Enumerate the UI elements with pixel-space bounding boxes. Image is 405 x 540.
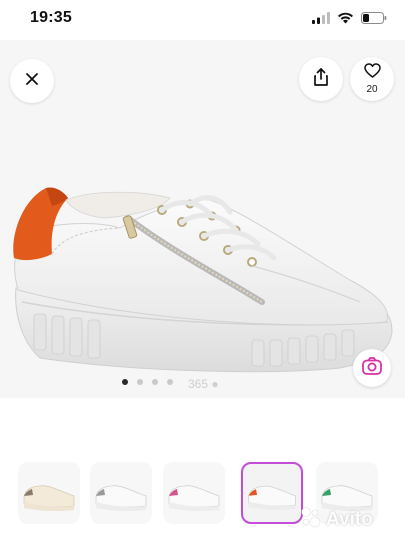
thumb-beige-image — [23, 485, 75, 512]
camera-icon — [362, 356, 382, 380]
sneaker-image: 365 ● — [13, 187, 393, 391]
thumb-orange-image — [248, 485, 296, 510]
thumb-pink[interactable] — [163, 462, 225, 524]
wifi-icon — [337, 11, 354, 29]
thumb-beige[interactable] — [18, 462, 80, 524]
product-photo[interactable]: 365 ● — [0, 40, 405, 398]
pagination-dot-4[interactable] — [167, 379, 173, 385]
share-icon — [313, 67, 329, 91]
pagination-dot-1[interactable] — [122, 379, 128, 385]
thumb-white[interactable] — [90, 462, 152, 524]
close-icon — [25, 72, 39, 91]
favorite-button[interactable]: 20 — [350, 57, 394, 101]
pagination-dot-2[interactable] — [137, 379, 143, 385]
close-button[interactable] — [10, 59, 54, 103]
avito-watermark: Avito — [300, 506, 373, 533]
signal-icon — [312, 11, 330, 29]
status-icons — [312, 11, 387, 29]
status-time: 19:35 — [30, 9, 72, 26]
battery-icon — [361, 11, 387, 29]
heart-icon — [363, 63, 381, 83]
favorite-count: 20 — [366, 84, 378, 95]
pagination-dot-3[interactable] — [152, 379, 158, 385]
share-button[interactable] — [299, 57, 343, 101]
status-bar: 19:35 — [0, 0, 405, 40]
thumb-white-image — [95, 485, 147, 512]
thumb-pink-image — [168, 485, 220, 512]
section-separator — [0, 398, 405, 426]
avito-logo-icon — [300, 506, 322, 533]
svg-text:365 ●: 365 ● — [188, 377, 219, 391]
gallery-pagination — [122, 379, 173, 385]
photo-search-button[interactable] — [353, 349, 391, 387]
thumb-orange[interactable] — [241, 462, 303, 524]
avito-text: Avito — [326, 508, 373, 530]
